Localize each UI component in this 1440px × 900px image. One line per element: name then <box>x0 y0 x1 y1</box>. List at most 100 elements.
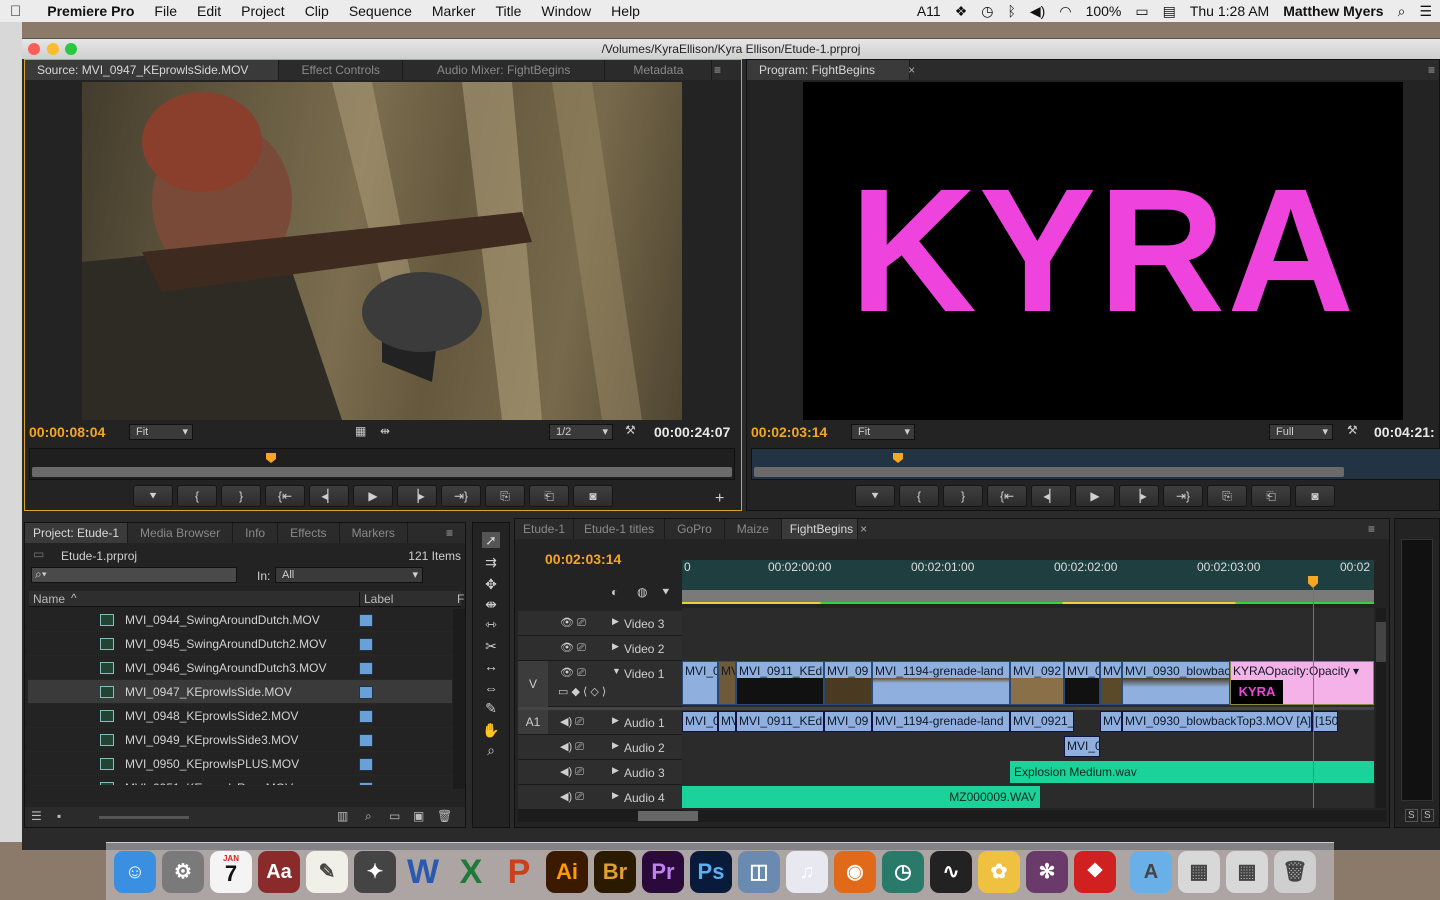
program-time-ruler[interactable] <box>751 448 1440 480</box>
dock-final-cut-icon[interactable]: ✦ <box>354 851 396 893</box>
source-scroll-bar[interactable] <box>32 467 732 477</box>
label-color-swatch[interactable] <box>359 686 373 699</box>
project-scroll-bar[interactable] <box>453 609 465 789</box>
toggle-audio-icon[interactable]: ◀) ⎚ <box>560 790 584 804</box>
timeline-ruler[interactable]: 0 00:02:00:00 00:02:01:00 00:02:02:00 00… <box>682 560 1374 604</box>
step-forward-button[interactable]: ▕▸ <box>397 485 437 507</box>
tab-effect-controls[interactable]: Effect Controls <box>279 60 403 80</box>
audio-clip[interactable]: MVI_0930_blowbackTop3.MOV [A] <box>1122 711 1312 732</box>
audio-clip[interactable]: [150 <box>1312 711 1338 732</box>
label-color-swatch[interactable] <box>359 782 373 785</box>
volume-icon[interactable]: ◀) <box>1030 3 1045 20</box>
toggle-output-icon[interactable]: 👁 ⎚ <box>560 666 586 680</box>
dock-textedit-icon[interactable]: ✎ <box>306 851 348 893</box>
tab-source[interactable]: Source: MVI_0947_KEprowlsSide.MOV <box>25 60 280 80</box>
program-play-button[interactable]: ▶ <box>1075 485 1115 507</box>
program-fit-dropdown[interactable]: Fit <box>851 424 915 440</box>
video-clip[interactable]: MVI_0930_blowbac <box>1122 661 1230 705</box>
menu-title[interactable]: Title <box>485 3 531 19</box>
expand-track-icon[interactable]: ▶ <box>612 715 619 726</box>
time-machine-icon[interactable]: ◷ <box>981 3 993 20</box>
dock-finder-icon[interactable]: ☺ <box>114 851 156 893</box>
program-step-back-button[interactable]: ◂▏ <box>1031 485 1071 507</box>
solo-right-button[interactable]: S <box>1421 809 1434 822</box>
timeline-horizontal-scrollbar[interactable] <box>518 810 1386 822</box>
tab-info[interactable]: Info <box>233 523 279 543</box>
program-panel-menu-icon[interactable]: ≡ <box>1428 63 1435 77</box>
dock-downloads-icon[interactable]: ▦ <box>1226 851 1268 893</box>
dock-excel-icon[interactable]: X <box>450 851 492 893</box>
timeline-playhead-marker[interactable] <box>1308 576 1318 588</box>
dock-chakra-icon[interactable]: ✻ <box>1026 851 1068 893</box>
program-scroll-bar[interactable] <box>754 467 1344 477</box>
battery-status[interactable]: 100% <box>1086 3 1122 19</box>
pen-tool-icon[interactable]: ✎ <box>482 700 500 716</box>
trash-icon[interactable]: 🗑 <box>437 809 452 823</box>
column-f[interactable]: F <box>457 592 464 606</box>
project-list-item[interactable]: MVI_0949_KEprowlsSide3.MOV <box>28 728 452 752</box>
play-button[interactable]: ▶ <box>353 485 393 507</box>
dock-calendar-icon[interactable]: JAN 7 <box>210 851 252 893</box>
expand-track-icon[interactable]: ▶ <box>612 616 619 627</box>
toggle-audio-icon[interactable]: ◀) ⎚ <box>560 715 584 729</box>
expand-track-icon[interactable]: ▼ <box>612 666 621 676</box>
go-to-out-button[interactable]: ⇥} <box>441 485 481 507</box>
link-icon[interactable]: ◍ <box>637 585 647 599</box>
tab-effects[interactable]: Effects <box>278 523 340 543</box>
dock-pr-icon[interactable]: Pr <box>642 851 684 893</box>
audio-clip-mz000009[interactable]: MZ000009.WAV <box>682 786 1040 808</box>
timeline-add-marker-icon[interactable]: ⯆ <box>661 585 671 600</box>
source-playhead[interactable] <box>266 453 276 463</box>
dock-preview-icon[interactable]: ◫ <box>738 851 780 893</box>
program-mark-out-button[interactable]: } <box>943 485 983 507</box>
menu-help[interactable]: Help <box>601 3 650 19</box>
project-list-item[interactable]: MVI_0945_SwingAroundDutch2.MOV <box>28 632 452 656</box>
mark-in-button[interactable]: { <box>177 485 217 507</box>
wifi-icon[interactable]: ◠ <box>1059 3 1071 20</box>
user-name[interactable]: Matthew Myers <box>1283 3 1383 19</box>
keyframe-nav[interactable]: ▭ ◆ ⟨ ◇ ⟩ <box>558 685 606 698</box>
dock-acrobat-icon[interactable]: ⯁ <box>1074 851 1116 893</box>
add-marker-button[interactable]: ⯆ <box>133 485 173 507</box>
opacity-dropdown-arrow-icon[interactable]: ▾ <box>1353 662 1359 680</box>
new-item-icon[interactable]: ▣ <box>413 809 424 823</box>
audio-clip[interactable]: MVI_0 <box>682 711 718 732</box>
dock-word-icon[interactable]: W <box>402 851 444 893</box>
expand-track-icon[interactable]: ▶ <box>612 641 619 652</box>
fightbegins-tab-close-icon[interactable]: × <box>860 522 867 536</box>
expand-track-icon[interactable]: ▶ <box>612 765 619 776</box>
adobe-status-icon[interactable]: A11 <box>917 3 941 19</box>
new-bin-icon[interactable]: ▭ <box>389 809 400 823</box>
close-button[interactable] <box>28 43 40 55</box>
rolling-edit-tool-icon[interactable]: ⇼ <box>482 596 500 612</box>
label-color-swatch[interactable] <box>359 758 373 771</box>
dropbox-icon[interactable]: ❖ <box>955 3 968 20</box>
label-color-swatch[interactable] <box>359 614 373 627</box>
program-wrench-icon[interactable]: ⚒ <box>1347 423 1358 437</box>
toggle-audio-icon[interactable]: ◀) ⎚ <box>560 765 584 779</box>
slip-tool-icon[interactable]: ↔ <box>482 658 500 674</box>
dock-time-machine-icon[interactable]: ◷ <box>882 851 924 893</box>
tab-audio-mixer[interactable]: Audio Mixer: FightBegins <box>403 60 606 80</box>
toggle-output-icon[interactable]: 👁 ⎚ <box>560 641 586 655</box>
timeline-vertical-scrollbar[interactable] <box>1376 608 1386 808</box>
audio-clip[interactable]: MVI_1194-grenade-land <box>872 711 1010 732</box>
dock-dictionary-icon[interactable]: Aa <box>258 851 300 893</box>
title-clip-kyra[interactable]: KYRA Opacity:Opacity ▾ KYRA <box>1230 661 1374 705</box>
menu-sequence[interactable]: Sequence <box>339 3 422 19</box>
zoom-button[interactable] <box>65 43 77 55</box>
project-list-item[interactable]: MVI_0947_KEprowlsSide.MOV <box>28 680 452 704</box>
menu-clip[interactable]: Clip <box>295 3 339 19</box>
notification-center-icon[interactable]: ☰ <box>1419 3 1432 20</box>
tab-etude-1[interactable]: Etude-1 <box>515 519 575 539</box>
video-clip[interactable]: MVI_0 <box>1064 661 1100 705</box>
extract-button[interactable]: ⎗ <box>1251 485 1291 507</box>
video-clip[interactable]: MV <box>718 661 736 705</box>
opacity-dropdown[interactable]: Opacity:Opacity <box>1265 662 1364 680</box>
selection-tool-icon[interactable]: ➚ <box>482 532 500 548</box>
program-go-to-in-button[interactable]: {⇤ <box>987 485 1027 507</box>
toggle-output-icon[interactable]: 👁 ⎚ <box>560 616 586 630</box>
project-list-item[interactable]: MVI_0944_SwingAroundDutch.MOV <box>28 608 452 632</box>
audio-clip-explosion[interactable]: Explosion Medium.wav <box>1010 761 1374 783</box>
tab-etude-1-titles[interactable]: Etude-1 titles <box>574 519 666 539</box>
